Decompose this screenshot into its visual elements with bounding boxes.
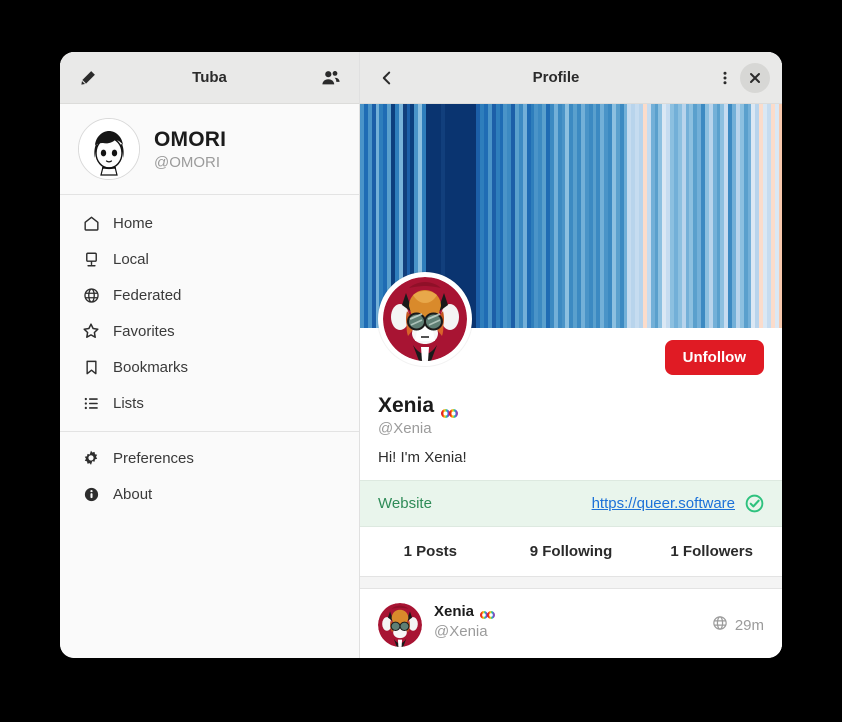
list-item[interactable]: Xenia @Xenia 29m xyxy=(360,589,782,658)
stat-followers[interactable]: 1 Followers xyxy=(641,527,782,576)
avatar xyxy=(78,118,140,180)
sidebar-item-favorites[interactable]: Favorites xyxy=(60,313,359,349)
sidebar-item-label: Local xyxy=(113,250,149,268)
globe-icon xyxy=(82,286,100,304)
avatar[interactable] xyxy=(378,272,472,366)
post-body: Xenia @Xenia xyxy=(434,603,700,647)
bookmark-icon xyxy=(82,358,100,376)
sidebar-item-label: Preferences xyxy=(113,449,194,467)
account-names: OMORI @OMORI xyxy=(154,128,226,171)
app-window: Tuba OMORI @OMORI Home Local Federated F… xyxy=(60,52,782,658)
account-display-name: OMORI xyxy=(154,127,227,151)
verified-check-icon xyxy=(745,494,764,513)
avatar[interactable] xyxy=(378,603,422,647)
main-panel: Profile Unfollow Xenia @Xenia Hi! I'm Xe… xyxy=(360,52,782,658)
account-handle: @OMORI xyxy=(154,153,221,171)
profile-top-row: Unfollow xyxy=(360,272,782,394)
post-meta: 29m xyxy=(712,603,764,647)
sidebar-title: Tuba xyxy=(192,69,227,86)
sidebar-item-label: Favorites xyxy=(113,322,175,340)
sidebar-item-local[interactable]: Local xyxy=(60,241,359,277)
unfollow-button[interactable]: Unfollow xyxy=(664,340,764,375)
three-dots-icon[interactable] xyxy=(710,63,740,93)
sidebar-item-federated[interactable]: Federated xyxy=(60,277,359,313)
sidebar-item-about[interactable]: About xyxy=(60,476,359,512)
people-icon[interactable] xyxy=(317,64,345,92)
globe-icon xyxy=(712,615,728,635)
post-display-name-text: Xenia xyxy=(434,603,475,620)
pencil-icon[interactable] xyxy=(74,64,102,92)
sidebar-item-label: Lists xyxy=(113,394,144,412)
sidebar-divider xyxy=(60,431,359,432)
field-label: Website xyxy=(378,495,432,512)
current-account[interactable]: OMORI @OMORI xyxy=(60,104,359,195)
timeline-spacer xyxy=(360,577,782,589)
page-title: Profile xyxy=(532,69,580,86)
stat-following[interactable]: 9 Following xyxy=(501,527,642,576)
sidebar-item-preferences[interactable]: Preferences xyxy=(60,440,359,476)
profile-field-website: Website https://queer.software xyxy=(360,480,782,527)
sidebar-item-label: Home xyxy=(113,214,154,232)
sidebar-item-label: Federated xyxy=(113,286,182,304)
sidebar-item-label: Bookmarks xyxy=(113,358,189,376)
sidebar-item-home[interactable]: Home xyxy=(60,205,359,241)
sidebar-item-lists[interactable]: Lists xyxy=(60,385,359,421)
monitor-icon xyxy=(82,250,100,268)
profile-display-name: Xenia xyxy=(378,394,764,418)
close-button[interactable] xyxy=(740,62,770,93)
star-icon xyxy=(82,322,100,340)
sidebar-item-bookmarks[interactable]: Bookmarks xyxy=(60,349,359,385)
home-icon xyxy=(82,214,100,232)
sidebar-nav: Home Local Federated Favorites Bookmarks… xyxy=(60,195,359,512)
profile-stats: 1 Posts 9 Following 1 Followers xyxy=(360,527,782,577)
sidebar-item-label: About xyxy=(113,485,153,503)
profile-scroll-area[interactable]: Unfollow Xenia @Xenia Hi! I'm Xenia! Web… xyxy=(360,104,782,658)
list-icon xyxy=(82,394,100,412)
rainbow-infinity-emoji xyxy=(441,401,459,418)
profile-identity: Xenia @Xenia Hi! I'm Xenia! xyxy=(360,394,782,480)
website-link[interactable]: https://queer.software xyxy=(592,495,735,512)
profile-bio: Hi! I'm Xenia! xyxy=(378,449,467,466)
profile-header-bar: Profile xyxy=(360,52,782,104)
back-button[interactable] xyxy=(372,63,402,93)
rainbow-infinity-emoji xyxy=(480,607,496,619)
sidebar: Tuba OMORI @OMORI Home Local Federated F… xyxy=(60,52,360,658)
banner-stripe xyxy=(778,104,782,328)
sidebar-header: Tuba xyxy=(60,52,359,104)
profile-display-name-text: Xenia xyxy=(378,394,435,417)
post-timestamp: 29m xyxy=(734,616,764,634)
stat-posts[interactable]: 1 Posts xyxy=(360,527,501,576)
info-icon xyxy=(82,485,100,503)
gear-icon xyxy=(82,449,100,467)
post-display-name: Xenia xyxy=(434,603,700,620)
post-handle: @Xenia xyxy=(434,623,488,640)
profile-handle: @Xenia xyxy=(378,420,432,437)
